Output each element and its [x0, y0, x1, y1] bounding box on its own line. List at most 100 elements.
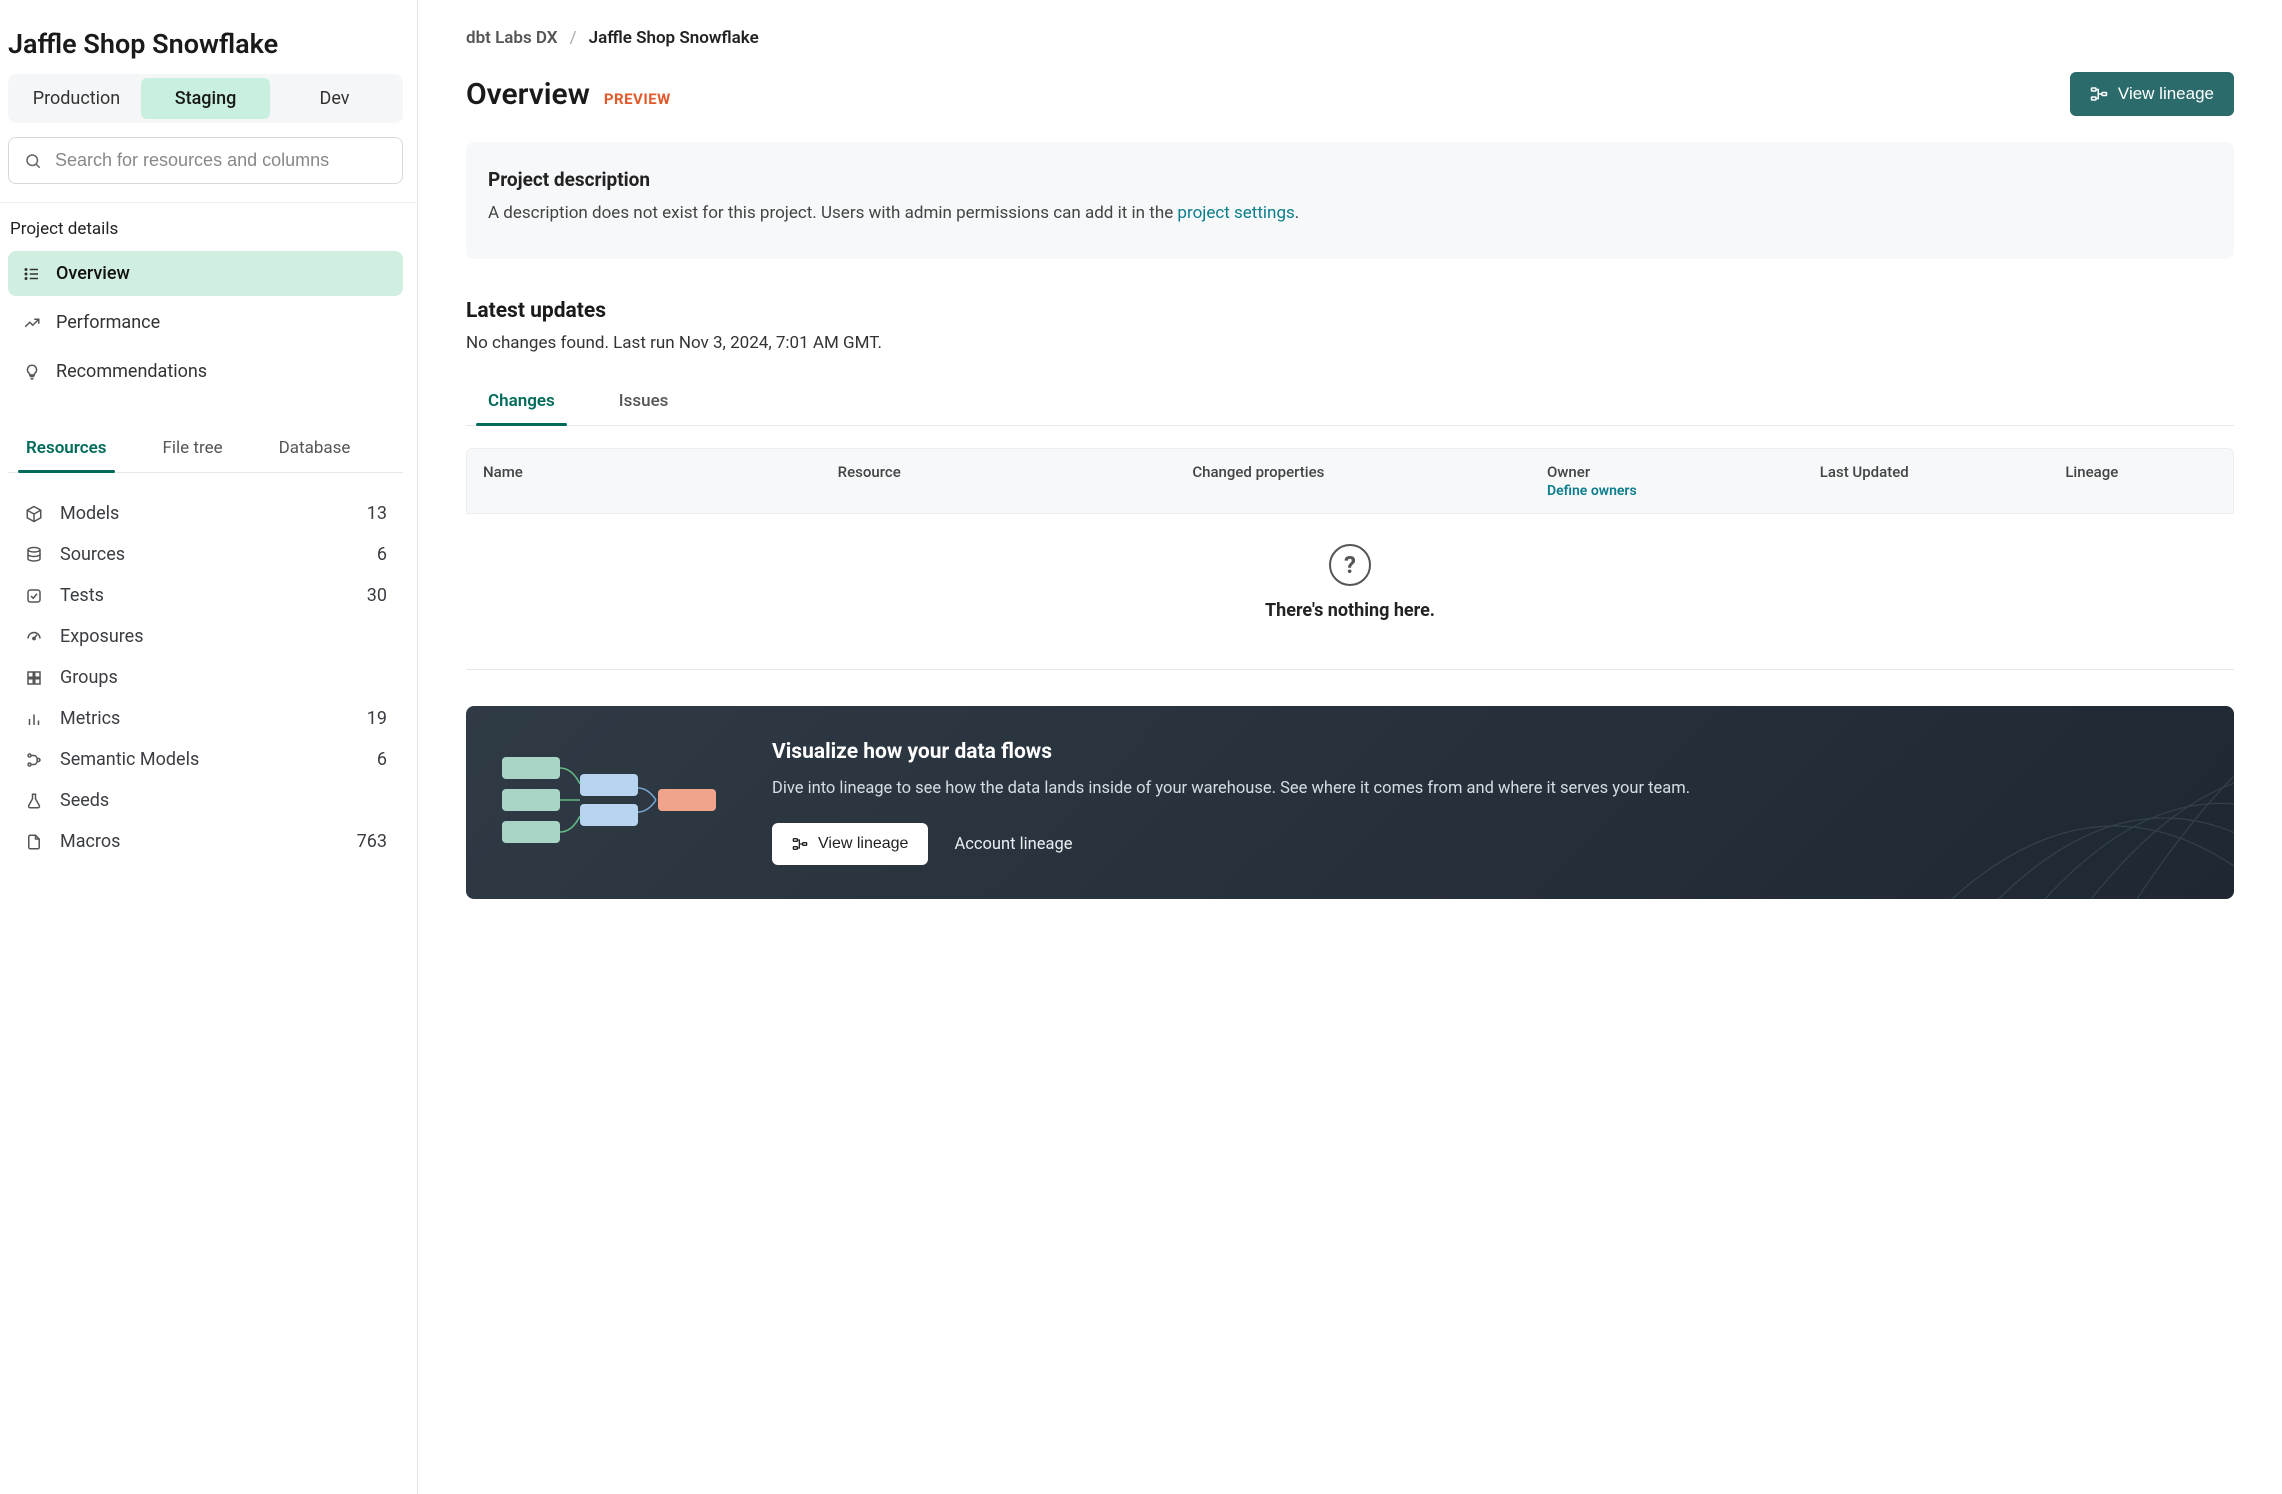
project-details-label: Project details — [8, 219, 403, 251]
description-prefix: A description does not exist for this pr… — [488, 203, 1177, 223]
flask-icon — [24, 791, 44, 811]
resource-models-label: Models — [60, 503, 351, 524]
resource-metrics-label: Metrics — [60, 708, 351, 729]
file-icon — [24, 832, 44, 852]
decorative-lines — [1934, 706, 2234, 900]
promo-view-lineage-button[interactable]: View lineage — [772, 823, 928, 865]
tab-changes[interactable]: Changes — [476, 377, 567, 425]
lightbulb-icon — [22, 362, 42, 382]
lineage-icon — [2090, 85, 2108, 103]
list-icon — [22, 264, 42, 284]
col-owner: Owner Define owners — [1541, 463, 1814, 499]
bar-chart-icon — [24, 709, 44, 729]
search-box[interactable] — [8, 137, 403, 184]
updates-table: Name Resource Changed properties Owner D… — [466, 448, 2234, 514]
resource-tests[interactable]: Tests 30 — [16, 575, 395, 616]
breadcrumb-separator: / — [570, 28, 577, 48]
subtab-database[interactable]: Database — [271, 424, 359, 472]
nav-recommendations-label: Recommendations — [56, 361, 207, 382]
resource-list: Models 13 Sources 6 Tests 30 Exposures G… — [8, 473, 403, 862]
breadcrumb: dbt Labs DX / Jaffle Shop Snowflake — [466, 28, 2234, 48]
col-name: Name — [477, 463, 832, 499]
resource-macros-count: 763 — [357, 831, 387, 852]
env-tab-staging[interactable]: Staging — [141, 78, 270, 119]
resource-models-count: 13 — [367, 503, 387, 524]
lineage-promo-card: Visualize how your data flows Dive into … — [466, 706, 2234, 900]
main-content: dbt Labs DX / Jaffle Shop Snowflake Over… — [418, 0, 2282, 1494]
table-header: Name Resource Changed properties Owner D… — [467, 449, 2233, 513]
page-title: Overview — [466, 77, 590, 112]
resource-macros-label: Macros — [60, 831, 341, 852]
empty-state: ? There's nothing here. — [466, 514, 2234, 655]
check-square-icon — [24, 586, 44, 606]
resource-semantic-models[interactable]: Semantic Models 6 — [16, 739, 395, 780]
database-icon — [24, 545, 44, 565]
col-resource: Resource — [832, 463, 1187, 499]
resource-groups[interactable]: Groups — [16, 657, 395, 698]
resource-tests-label: Tests — [60, 585, 351, 606]
description-suffix: . — [1295, 203, 1299, 223]
resource-sources[interactable]: Sources 6 — [16, 534, 395, 575]
chart-line-icon — [22, 313, 42, 333]
col-last-updated: Last Updated — [1814, 463, 2060, 499]
resource-sources-count: 6 — [377, 544, 387, 565]
project-description-text: A description does not exist for this pr… — [488, 201, 2212, 227]
nav-list: Overview Performance Recommendations — [8, 251, 403, 394]
resource-sources-label: Sources — [60, 544, 361, 565]
latest-updates-title: Latest updates — [466, 299, 2234, 323]
view-lineage-button[interactable]: View lineage — [2070, 72, 2234, 116]
project-settings-link[interactable]: project settings — [1177, 203, 1294, 223]
divider — [0, 202, 417, 203]
updates-tabs: Changes Issues — [466, 377, 2234, 426]
subtab-resources[interactable]: Resources — [18, 424, 115, 472]
latest-updates-subtext: No changes found. Last run Nov 3, 2024, … — [466, 333, 2234, 353]
preview-badge: PREVIEW — [604, 90, 671, 108]
subtab-file-tree[interactable]: File tree — [155, 424, 231, 472]
col-changed: Changed properties — [1186, 463, 1541, 499]
empty-text: There's nothing here. — [1265, 600, 1435, 621]
sidebar: Jaffle Shop Snowflake Production Staging… — [0, 0, 418, 1494]
search-input[interactable] — [55, 150, 388, 171]
resource-macros[interactable]: Macros 763 — [16, 821, 395, 862]
tab-issues[interactable]: Issues — [607, 377, 681, 425]
gauge-icon — [24, 627, 44, 647]
resource-semantic-models-label: Semantic Models — [60, 749, 361, 770]
resource-tests-count: 30 — [367, 585, 387, 606]
resource-exposures[interactable]: Exposures — [16, 616, 395, 657]
resource-seeds[interactable]: Seeds — [16, 780, 395, 821]
nav-recommendations[interactable]: Recommendations — [8, 349, 403, 394]
resource-metrics-count: 19 — [367, 708, 387, 729]
project-description-card: Project description A description does n… — [466, 142, 2234, 259]
resource-groups-label: Groups — [60, 667, 371, 688]
breadcrumb-current: Jaffle Shop Snowflake — [589, 28, 759, 48]
resource-seeds-label: Seeds — [60, 790, 371, 811]
page-title-wrap: Overview PREVIEW — [466, 77, 671, 112]
branch-icon — [24, 750, 44, 770]
resource-exposures-label: Exposures — [60, 626, 371, 647]
col-lineage: Lineage — [2059, 463, 2223, 499]
search-icon — [23, 151, 43, 171]
latest-updates-section: Latest updates No changes found. Last ru… — [466, 299, 2234, 670]
nav-performance[interactable]: Performance — [8, 300, 403, 345]
cube-icon — [24, 504, 44, 524]
environment-tabs: Production Staging Dev — [8, 74, 403, 123]
nav-performance-label: Performance — [56, 312, 160, 333]
nav-overview[interactable]: Overview — [8, 251, 403, 296]
lineage-graphic — [502, 740, 722, 860]
define-owners-link[interactable]: Define owners — [1547, 483, 1808, 499]
nav-overview-label: Overview — [56, 263, 130, 284]
resource-models[interactable]: Models 13 — [16, 493, 395, 534]
divider — [466, 669, 2234, 670]
env-tab-dev[interactable]: Dev — [270, 78, 399, 119]
resource-semantic-models-count: 6 — [377, 749, 387, 770]
page-header: Overview PREVIEW View lineage — [466, 72, 2234, 116]
resource-metrics[interactable]: Metrics 19 — [16, 698, 395, 739]
lineage-icon — [792, 836, 808, 852]
promo-view-lineage-label: View lineage — [818, 835, 908, 853]
breadcrumb-root[interactable]: dbt Labs DX — [466, 28, 558, 48]
account-lineage-link[interactable]: Account lineage — [954, 835, 1072, 854]
question-icon: ? — [1329, 544, 1371, 586]
sidebar-sub-tabs: Resources File tree Database — [8, 424, 403, 473]
env-tab-production[interactable]: Production — [12, 78, 141, 119]
project-description-title: Project description — [488, 168, 2212, 191]
